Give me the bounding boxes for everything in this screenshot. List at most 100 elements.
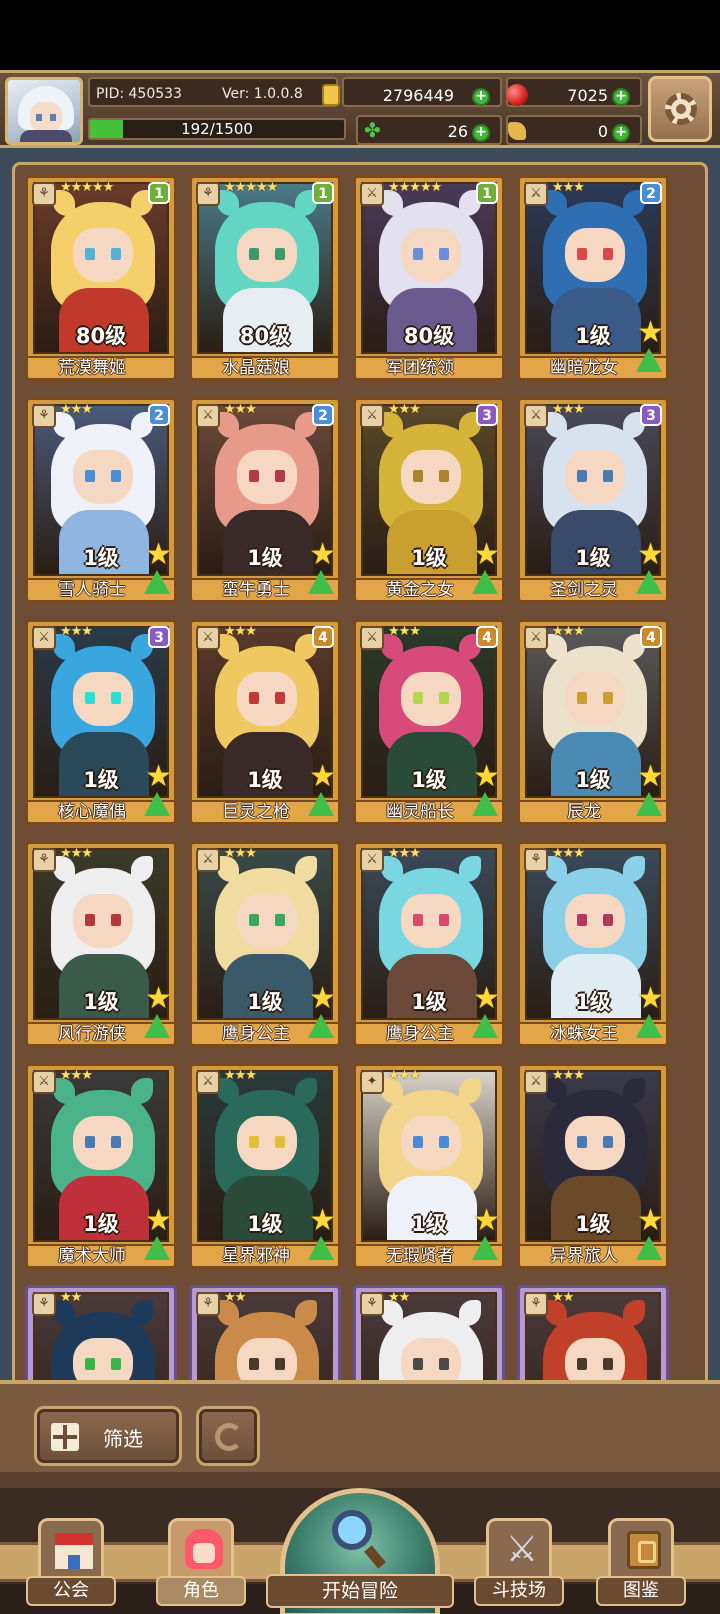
star-upgrade-icon[interactable]: ★ xyxy=(637,984,664,1014)
filter-button[interactable]: 筛选 xyxy=(34,1406,182,1466)
add-gems-button[interactable]: + xyxy=(612,88,630,106)
level-up-arrow-icon[interactable] xyxy=(308,1014,334,1038)
star-upgrade-icon[interactable]: ★ xyxy=(637,1206,664,1236)
rarity-stars: ★★★ xyxy=(552,1068,585,1083)
weapon-type-icon: ⚘ xyxy=(360,1292,384,1316)
star-upgrade-icon[interactable]: ★ xyxy=(637,540,664,570)
level-up-arrow-icon[interactable] xyxy=(144,1236,170,1260)
hero-card[interactable]: ⚔ ★★★ 3 1级 核心魔偶 ★ xyxy=(25,619,177,825)
hero-card[interactable]: ⚘ ★★★★★ 1 80级 水晶菇娘 xyxy=(189,175,341,381)
rarity-stars: ★★★ xyxy=(224,402,257,417)
star-upgrade-icon[interactable]: ★ xyxy=(145,762,172,792)
hero-level: 80级 xyxy=(75,324,127,348)
level-up-arrow-icon[interactable] xyxy=(308,570,334,594)
star-upgrade-icon[interactable]: ★ xyxy=(309,540,336,570)
hero-card[interactable]: ⚔ ★★★ 1级 鹰身公主 ★ xyxy=(353,841,505,1047)
player-avatar[interactable] xyxy=(5,77,83,145)
star-upgrade-icon[interactable]: ★ xyxy=(637,762,664,792)
game-version: Ver: 1.0.0.8 xyxy=(222,86,303,102)
level-up-arrow-icon[interactable] xyxy=(636,1236,662,1260)
hero-card[interactable]: ⚔ ★★★ 4 1级 辰龙 ★ xyxy=(517,619,669,825)
level-up-arrow-icon[interactable] xyxy=(472,792,498,816)
level-up-arrow-icon[interactable] xyxy=(308,792,334,816)
level-up-arrow-icon[interactable] xyxy=(144,792,170,816)
weapon-type-icon: ⚔ xyxy=(360,626,384,650)
reset-filter-button[interactable] xyxy=(196,1406,260,1466)
star-upgrade-icon[interactable]: ★ xyxy=(473,762,500,792)
hero-card[interactable]: ⚔ ★★★ 2 1级 幽暗龙女 ★ xyxy=(517,175,669,381)
star-upgrade-icon[interactable]: ★ xyxy=(473,540,500,570)
rarity-stars: ★★★ xyxy=(60,846,93,861)
hero-card[interactable]: ⚔ ★★★ 4 1级 幽灵船长 ★ xyxy=(353,619,505,825)
hero-card[interactable]: ⚔ ★★★ 2 1级 蛮牛勇士 ★ xyxy=(189,397,341,603)
level-up-arrow-icon[interactable] xyxy=(636,1014,662,1038)
refresh-icon xyxy=(215,1423,243,1451)
hero-card[interactable]: ⚔ ★★★ 3 1级 黄金之女 ★ xyxy=(353,397,505,603)
star-upgrade-icon[interactable]: ★ xyxy=(637,318,664,348)
weapon-type-icon: ⚘ xyxy=(196,1292,220,1316)
hero-card[interactable]: ⚘ ★★ xyxy=(517,1285,669,1388)
star-upgrade-icon[interactable]: ★ xyxy=(145,1206,172,1236)
star-upgrade-icon[interactable]: ★ xyxy=(309,1206,336,1236)
grid-icon xyxy=(51,1423,79,1451)
nav-role[interactable]: 角色 xyxy=(156,1518,246,1610)
hero-name: 鹰身公主 xyxy=(222,1024,290,1044)
add-gold-button[interactable]: + xyxy=(472,88,490,106)
hero-card[interactable]: ⚔ ★★★ 1级 星界邪神 ★ xyxy=(189,1063,341,1269)
star-upgrade-icon[interactable]: ★ xyxy=(309,984,336,1014)
star-upgrade-icon[interactable]: ★ xyxy=(309,762,336,792)
level-up-arrow-icon[interactable] xyxy=(308,1236,334,1260)
hero-card[interactable]: ⚔ ★★★ 1级 鹰身公主 ★ xyxy=(189,841,341,1047)
add-scroll-button[interactable]: + xyxy=(612,124,630,142)
hero-card[interactable]: ⚘ ★★★ 1级 风行游侠 ★ xyxy=(25,841,177,1047)
rarity-stars: ★★ xyxy=(552,1290,574,1305)
hero-level: 80级 xyxy=(239,324,291,348)
hero-card[interactable]: ✦ ★★★ 1级 无瑕贤者 ★ xyxy=(353,1063,505,1269)
hero-card[interactable]: ⚘ ★★★ 2 1级 雪人骑士 ★ xyxy=(25,397,177,603)
hero-card[interactable]: ⚔ ★★★ 4 1级 巨灵之枪 ★ xyxy=(189,619,341,825)
level-up-arrow-icon[interactable] xyxy=(472,570,498,594)
rarity-stars: ★★★★★ xyxy=(224,180,278,195)
start-adventure-button[interactable]: 开始冒险 xyxy=(266,1488,454,1614)
nav-arena[interactable]: ⚔ 斗技场 xyxy=(474,1518,564,1610)
level-up-arrow-icon[interactable] xyxy=(636,348,662,372)
nav-guild[interactable]: 公会 xyxy=(26,1518,116,1610)
weapon-type-icon: ⚔ xyxy=(360,848,384,872)
hero-card[interactable]: ⚔ ★★★ 1级 异界旅人 ★ xyxy=(517,1063,669,1269)
add-clover-button[interactable]: + xyxy=(472,124,490,142)
level-up-arrow-icon[interactable] xyxy=(472,1014,498,1038)
hero-card[interactable]: ⚔ ★★★★★ 1 80级 军团统领 xyxy=(353,175,505,381)
settings-button[interactable] xyxy=(648,76,712,142)
hero-name-bar: 军团统领 xyxy=(356,356,502,378)
weapon-type-icon: ⚔ xyxy=(360,404,384,428)
hero-name-bar: 荒漠舞姬 xyxy=(28,356,174,378)
weapon-type-icon: ⚔ xyxy=(32,1070,56,1094)
level-up-arrow-icon[interactable] xyxy=(472,1236,498,1260)
rank-badge: 2 xyxy=(640,182,662,204)
filter-bar: 筛选 xyxy=(0,1380,720,1488)
rank-badge: 1 xyxy=(312,182,334,204)
rank-badge: 4 xyxy=(312,626,334,648)
level-up-arrow-icon[interactable] xyxy=(144,570,170,594)
weapon-type-icon: ⚘ xyxy=(524,848,548,872)
hero-card[interactable]: ⚔ ★★★ 3 1级 圣剑之灵 ★ xyxy=(517,397,669,603)
hero-card[interactable]: ⚘ ★★ xyxy=(189,1285,341,1388)
hero-card[interactable]: ⚘ ★★ xyxy=(25,1285,177,1388)
level-up-arrow-icon[interactable] xyxy=(636,792,662,816)
nav-codex[interactable]: 图鉴 xyxy=(596,1518,686,1610)
star-upgrade-icon[interactable]: ★ xyxy=(473,1206,500,1236)
star-upgrade-icon[interactable]: ★ xyxy=(145,984,172,1014)
weapon-type-icon: ⚔ xyxy=(196,404,220,428)
rarity-stars: ★★★ xyxy=(552,846,585,861)
hero-grid[interactable]: ⚘ ★★★★★ 1 80级 荒漠舞姬 ⚘ ★★★★★ 1 80级 水晶菇娘 ⚔ ★★★★★ 1 80级 军团… xyxy=(12,162,708,1388)
hero-card[interactable]: ⚘ ★★★ 1级 冰蛛女王 ★ xyxy=(517,841,669,1047)
nav-guild-label: 公会 xyxy=(26,1576,116,1606)
hero-card[interactable]: ⚘ ★★★★★ 1 80级 荒漠舞姬 xyxy=(25,175,177,381)
level-up-arrow-icon[interactable] xyxy=(636,570,662,594)
star-upgrade-icon[interactable]: ★ xyxy=(473,984,500,1014)
hero-card[interactable]: ⚘ ★★ xyxy=(353,1285,505,1388)
star-upgrade-icon[interactable]: ★ xyxy=(145,540,172,570)
hero-name: 幽暗龙女 xyxy=(550,358,618,378)
level-up-arrow-icon[interactable] xyxy=(144,1014,170,1038)
hero-card[interactable]: ⚔ ★★★ 1级 魔术大师 ★ xyxy=(25,1063,177,1269)
